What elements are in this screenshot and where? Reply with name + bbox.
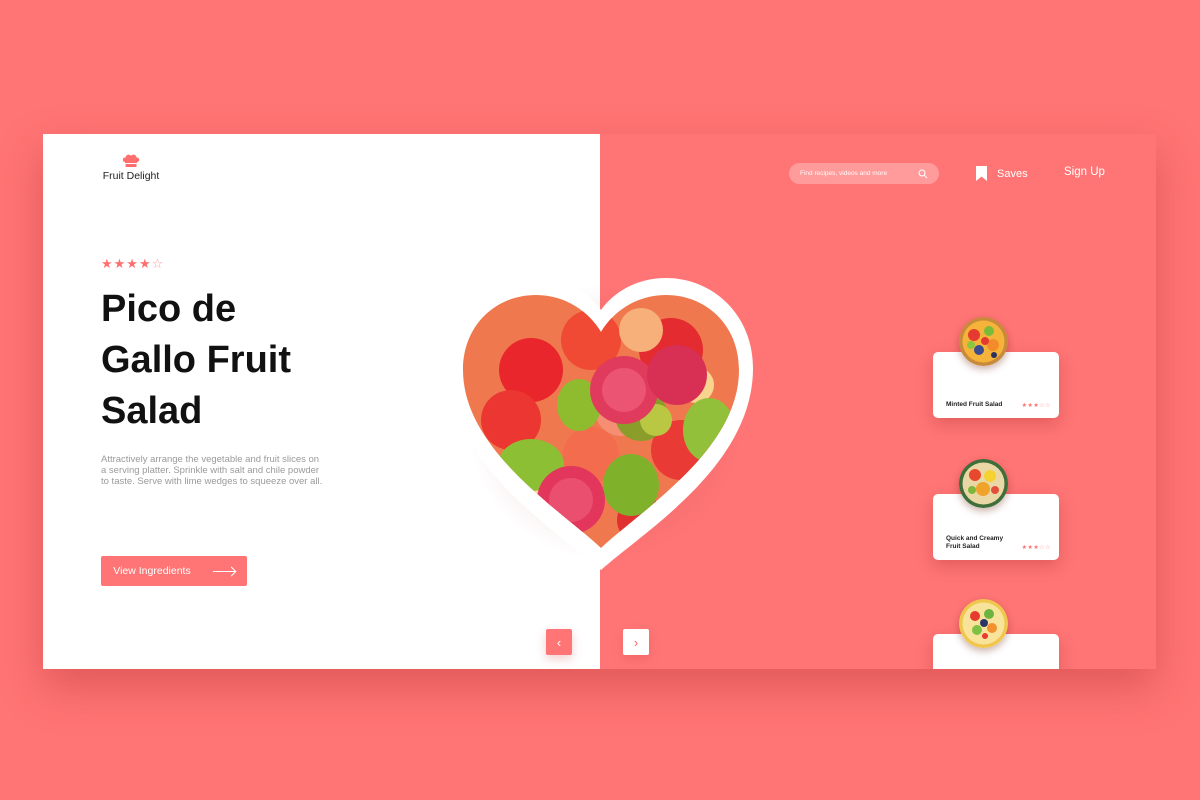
saves-link[interactable]: Saves bbox=[976, 166, 1028, 181]
rating-stars-empty: ☆ bbox=[151, 256, 165, 271]
recipe-rating: ★★★★☆ bbox=[101, 256, 164, 272]
search-input[interactable] bbox=[800, 170, 918, 177]
app-frame: Fruit Delight ★★★★☆ Pico de Gallo Fruit … bbox=[43, 134, 1156, 669]
recipe-thumbnail bbox=[959, 459, 1008, 508]
search-icon[interactable] bbox=[918, 169, 928, 179]
signup-link[interactable]: Sign Up bbox=[1064, 166, 1105, 178]
chef-hat-icon bbox=[122, 154, 140, 167]
recipe-card-rating: ★★★☆☆ bbox=[1022, 544, 1051, 551]
view-ingredients-label: View Ingredients bbox=[113, 565, 191, 577]
recipe-thumbnail bbox=[959, 317, 1008, 366]
fruit-bowl-image bbox=[449, 278, 753, 570]
rating-stars-filled: ★★★ bbox=[1021, 545, 1040, 551]
recipe-description: Attractively arrange the vegetable and f… bbox=[101, 454, 323, 487]
recipe-card-rating: ★★★☆☆ bbox=[1022, 402, 1051, 409]
chevron-right-icon: › bbox=[633, 634, 639, 650]
search-bar[interactable] bbox=[789, 163, 939, 184]
brand-name: Fruit Delight bbox=[102, 170, 160, 182]
rating-stars-empty: ☆☆ bbox=[1039, 403, 1051, 409]
chevron-left-icon: ‹ bbox=[556, 634, 562, 650]
recipe-thumbnail bbox=[959, 599, 1008, 648]
rating-stars-filled: ★★★ bbox=[1021, 403, 1040, 409]
recipe-title: Pico de Gallo Fruit Salad bbox=[101, 288, 291, 432]
saves-label: Saves bbox=[997, 167, 1028, 180]
recipe-card-title: Minted Fruit Salad bbox=[946, 401, 1003, 408]
brand-logo[interactable]: Fruit Delight bbox=[101, 154, 161, 182]
bookmark-icon bbox=[976, 166, 987, 181]
arrow-right-icon bbox=[212, 570, 235, 572]
recipe-card-title: Quick and Creamy Fruit Salad bbox=[946, 535, 1004, 550]
rating-stars-empty: ☆☆ bbox=[1039, 545, 1051, 551]
carousel-prev-button[interactable]: ‹ bbox=[546, 629, 572, 655]
view-ingredients-button[interactable]: View Ingredients bbox=[101, 556, 247, 586]
rating-stars-filled: ★★★★ bbox=[101, 256, 152, 271]
carousel-next-button[interactable]: › bbox=[623, 629, 649, 655]
